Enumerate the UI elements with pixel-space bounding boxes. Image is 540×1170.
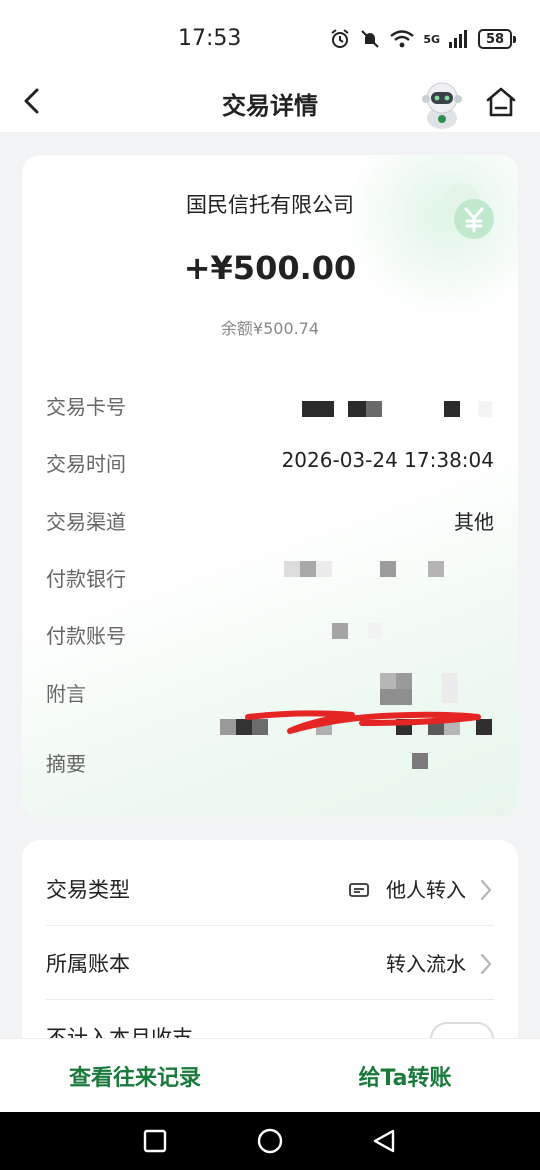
time-value: 2026-03-24 17:38:04 bbox=[281, 448, 494, 472]
bottom-action-bar: 查看往来记录 给Ta转账 bbox=[0, 1038, 540, 1112]
summary-label: 摘要 bbox=[46, 752, 86, 776]
transaction-type-row[interactable]: 交易类型 他人转入 bbox=[46, 852, 494, 926]
ledger-value: 转入流水 bbox=[386, 952, 466, 976]
header: 交易详情 bbox=[0, 72, 540, 132]
home-icon[interactable] bbox=[484, 86, 518, 118]
chevron-right-icon bbox=[480, 953, 492, 975]
card-number-label: 交易卡号 bbox=[46, 395, 126, 419]
home-circle-icon[interactable] bbox=[256, 1128, 284, 1154]
transfer-to-button[interactable]: 给Ta转账 bbox=[270, 1039, 540, 1113]
account-redacted bbox=[332, 623, 392, 639]
view-history-button[interactable]: 查看往来记录 bbox=[0, 1039, 270, 1113]
channel-value: 其他 bbox=[454, 510, 494, 534]
card-number-redacted bbox=[302, 401, 502, 417]
signal-icon bbox=[449, 30, 467, 48]
payee-name: 国民信托有限公司 bbox=[186, 193, 354, 217]
alarm-icon bbox=[331, 29, 349, 48]
battery-indicator: 58 bbox=[478, 29, 516, 49]
transfer-type-icon bbox=[349, 883, 369, 897]
system-nav-bar bbox=[0, 1112, 540, 1170]
status-bar: 17:53 5G 58 bbox=[0, 0, 540, 72]
bank-label: 付款银行 bbox=[46, 567, 126, 591]
status-icons: 5G 58 bbox=[329, 28, 516, 50]
channel-label: 交易渠道 bbox=[46, 510, 126, 534]
time-label: 交易时间 bbox=[46, 452, 126, 476]
transaction-summary-card: 国民信托有限公司 +¥500.00 余额¥500.74 交易卡号 交易时间 20… bbox=[22, 155, 518, 817]
chevron-right-icon bbox=[480, 879, 492, 901]
transaction-amount: +¥500.00 bbox=[183, 249, 357, 287]
network-type: 5G bbox=[423, 32, 440, 46]
status-time: 17:53 bbox=[178, 26, 242, 51]
recents-square-icon[interactable] bbox=[142, 1128, 168, 1154]
back-triangle-icon[interactable] bbox=[370, 1128, 398, 1154]
mute-icon bbox=[361, 30, 380, 48]
type-label: 交易类型 bbox=[46, 878, 130, 902]
ledger-label: 所属账本 bbox=[46, 952, 130, 976]
type-value: 他人转入 bbox=[386, 878, 466, 902]
transaction-details-card: 交易类型 他人转入 所属账本 转入流水 不计入本月收支 bbox=[22, 840, 518, 1070]
memo-label: 附言 bbox=[46, 682, 86, 706]
wifi-icon bbox=[390, 30, 415, 48]
red-scribble-mark bbox=[245, 710, 481, 734]
bank-redacted bbox=[284, 561, 454, 577]
summary-redacted bbox=[412, 753, 428, 769]
account-label: 付款账号 bbox=[46, 624, 126, 648]
assistant-robot-icon[interactable] bbox=[416, 78, 468, 130]
balance-after: 余额¥500.74 bbox=[220, 319, 320, 338]
ledger-row[interactable]: 所属账本 转入流水 bbox=[46, 926, 494, 1000]
